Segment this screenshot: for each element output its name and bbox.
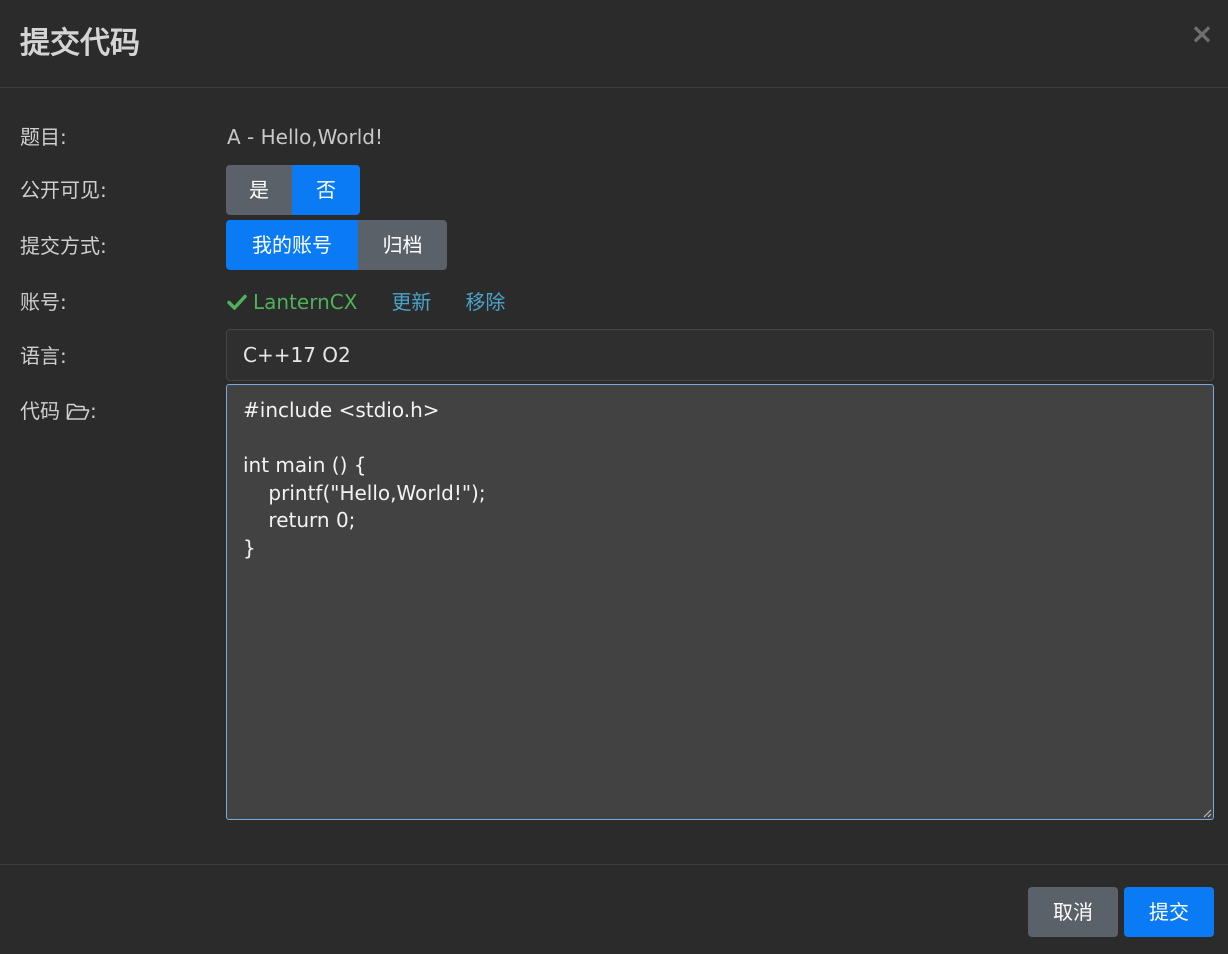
close-icon[interactable]: × [1190, 18, 1214, 50]
visibility-label: 公开可见: [20, 178, 107, 202]
resize-grip-icon[interactable] [1202, 808, 1212, 818]
account-remove-link[interactable]: 移除 [465, 288, 505, 316]
code-editor[interactable]: #include <stdio.h> int main () { printf(… [226, 384, 1214, 820]
language-label: 语言: [20, 344, 67, 368]
modal-header: 提交代码 × [0, 0, 1228, 88]
method-toggle: 我的账号 归档 [226, 220, 447, 270]
method-my-account-button[interactable]: 我的账号 [226, 220, 358, 270]
folder-open-icon[interactable] [66, 403, 90, 421]
visibility-toggle: 是 否 [226, 165, 360, 215]
cancel-button[interactable]: 取消 [1028, 887, 1118, 937]
problem-label: 题目: [20, 125, 67, 149]
account-row: LanternCX 更新 移除 [227, 288, 539, 316]
problem-value: A - Hello,World! [227, 125, 383, 149]
account-username: LanternCX [253, 290, 358, 314]
account-label: 账号: [20, 290, 67, 314]
submit-button[interactable]: 提交 [1124, 887, 1214, 937]
modal-footer: 取消 提交 [0, 864, 1228, 954]
code-label-row: 代码 : [20, 397, 97, 425]
submit-code-modal: 提交代码 × 题目: A - Hello,World! 公开可见: 是 否 提交… [0, 0, 1228, 954]
account-update-link[interactable]: 更新 [391, 288, 431, 316]
language-select[interactable]: C++17 O2 [226, 329, 1214, 381]
method-label: 提交方式: [20, 234, 107, 258]
visibility-no-button[interactable]: 否 [292, 165, 360, 215]
code-label: 代码 [20, 399, 60, 423]
code-label-colon: : [90, 399, 97, 423]
method-archive-button[interactable]: 归档 [358, 220, 447, 270]
visibility-yes-button[interactable]: 是 [226, 165, 292, 215]
modal-title: 提交代码 [20, 26, 140, 61]
check-icon [227, 294, 247, 310]
